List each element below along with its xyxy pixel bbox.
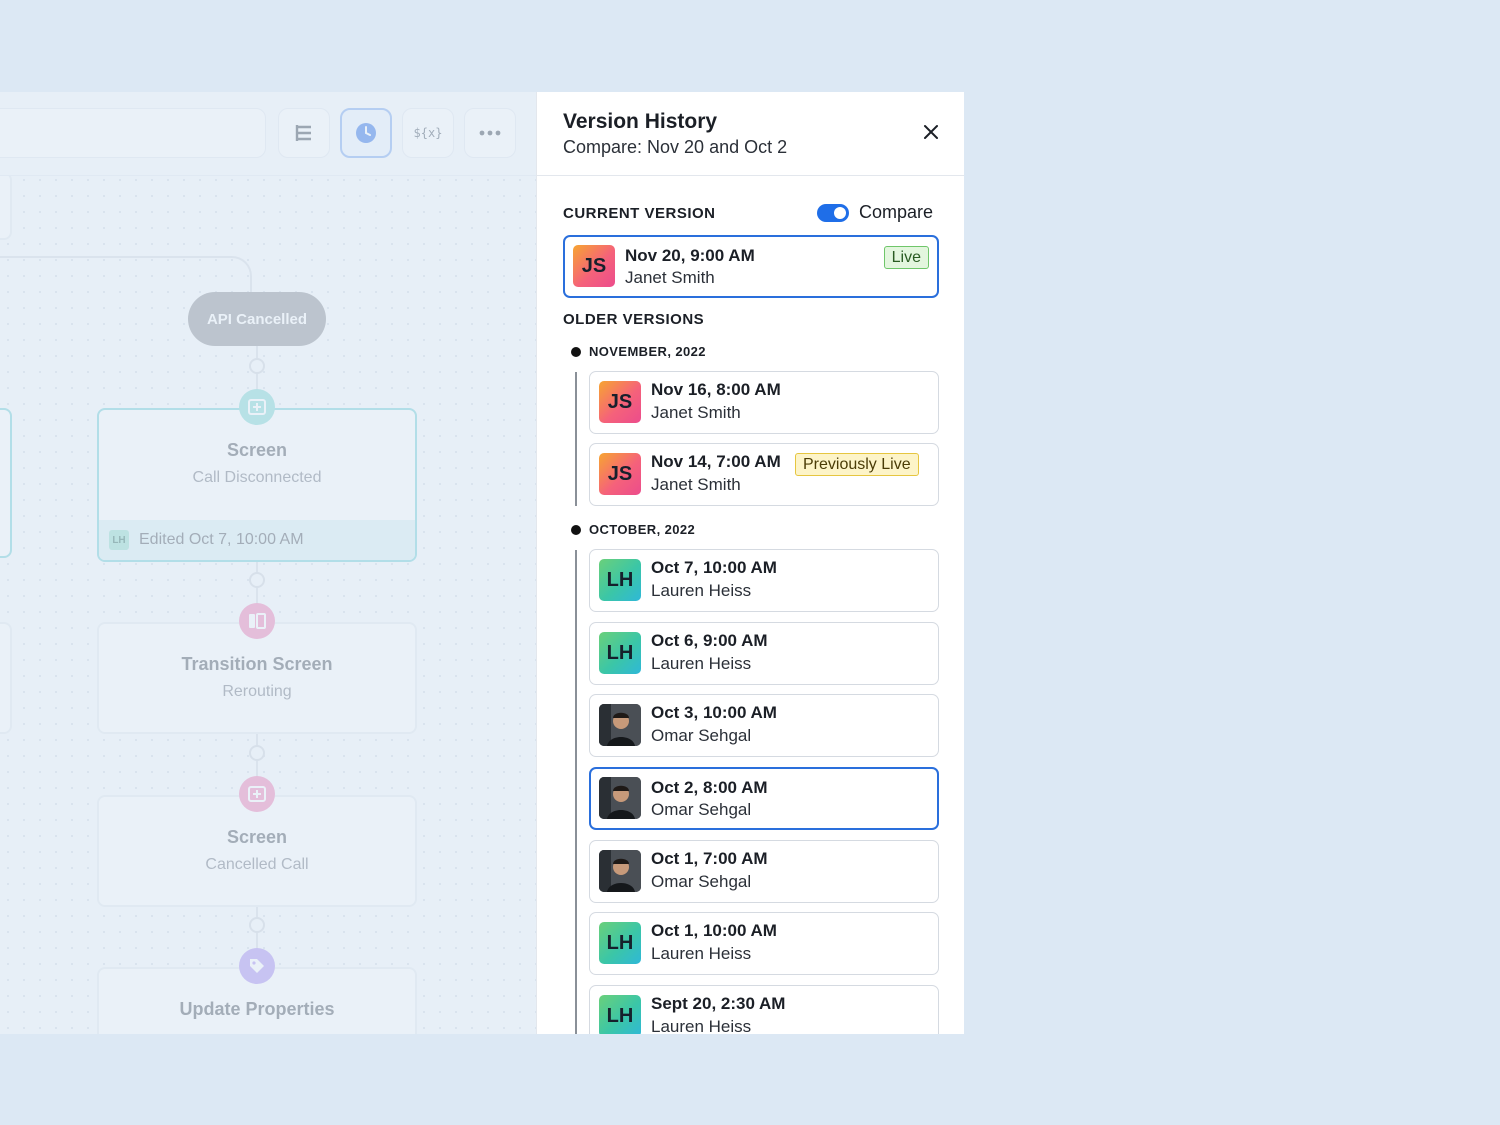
avatar: LH bbox=[599, 995, 641, 1034]
version-card[interactable]: LH Oct 6, 9:00 AM Lauren Heiss bbox=[589, 622, 939, 685]
canvas-search-input[interactable] bbox=[0, 108, 266, 158]
version-author: Lauren Heiss bbox=[651, 581, 752, 600]
canvas-toolbar: ${x} bbox=[0, 92, 536, 176]
version-author: Lauren Heiss bbox=[651, 654, 752, 673]
avatar: LH bbox=[599, 922, 641, 964]
partial-node[interactable] bbox=[0, 408, 12, 558]
node-subtitle: Cancelled Call bbox=[205, 856, 309, 873]
variables-button[interactable]: ${x} bbox=[402, 108, 454, 158]
node-subtitle: Call Disconnected bbox=[192, 469, 322, 486]
current-version-card[interactable]: JS Nov 20, 9:00 AM Janet Smith Live bbox=[563, 235, 939, 298]
app-window: API Cancelled Screen Call Disconnected L… bbox=[0, 92, 964, 1034]
version-date: Nov 16, 8:00 AM bbox=[651, 380, 781, 399]
close-icon bbox=[923, 124, 939, 145]
screen-icon bbox=[239, 776, 275, 812]
avatar-photo bbox=[599, 777, 641, 819]
avatar: JS bbox=[573, 245, 615, 287]
version-card[interactable]: LH Oct 1, 10:00 AM Lauren Heiss bbox=[589, 912, 939, 975]
version-date: Nov 14, 7:00 AM bbox=[651, 452, 781, 471]
timeline-line bbox=[575, 550, 577, 1034]
version-author: Omar Sehgal bbox=[651, 800, 752, 819]
panel-title: Version History bbox=[563, 110, 718, 133]
node-subtitle: Rerouting bbox=[222, 683, 292, 700]
version-author: Lauren Heiss bbox=[651, 944, 752, 963]
history-button[interactable] bbox=[340, 108, 392, 158]
close-button[interactable] bbox=[917, 120, 945, 148]
panel-header: Version History Compare: Nov 20 and Oct … bbox=[537, 92, 964, 176]
screen-icon bbox=[239, 389, 275, 425]
mini-avatar: LH bbox=[109, 530, 129, 550]
compare-label[interactable]: Compare bbox=[859, 202, 933, 223]
live-badge: Live bbox=[883, 246, 929, 269]
list-tree-icon bbox=[293, 123, 315, 143]
version-date: Sept 20, 2:30 AM bbox=[651, 994, 786, 1013]
avatar: JS bbox=[599, 453, 641, 495]
version-author: Janet Smith bbox=[625, 268, 715, 287]
outline-button[interactable] bbox=[278, 108, 330, 158]
version-date: Oct 3, 10:00 AM bbox=[651, 703, 777, 722]
clock-icon bbox=[355, 122, 377, 144]
version-card[interactable]: Oct 3, 10:00 AM Omar Sehgal bbox=[589, 694, 939, 757]
previously-live-badge: Previously Live bbox=[795, 453, 919, 476]
node-title: Transition Screen bbox=[181, 654, 333, 674]
avatar-photo bbox=[599, 704, 641, 746]
timeline-line bbox=[575, 372, 577, 506]
version-author: Lauren Heiss bbox=[651, 1017, 752, 1034]
api-cancelled-pill[interactable]: API Cancelled bbox=[188, 292, 326, 346]
version-card-selected[interactable]: Oct 2, 8:00 AM Omar Sehgal bbox=[589, 767, 939, 830]
version-card[interactable]: LH Oct 7, 10:00 AM Lauren Heiss bbox=[589, 549, 939, 612]
version-author: Janet Smith bbox=[651, 475, 741, 494]
compare-toggle[interactable] bbox=[817, 204, 849, 222]
current-version-label: CURRENT VERSION bbox=[563, 205, 716, 222]
older-versions-label: OLDER VERSIONS bbox=[563, 311, 705, 328]
transition-icon bbox=[239, 603, 275, 639]
version-card[interactable]: LH Sept 20, 2:30 AM Lauren Heiss bbox=[589, 985, 939, 1034]
partial-node[interactable] bbox=[0, 622, 12, 734]
panel-subtitle: Compare: Nov 20 and Oct 2 bbox=[563, 137, 788, 157]
edited-label: Edited Oct 7, 10:00 AM bbox=[139, 531, 304, 548]
version-date: Nov 20, 9:00 AM bbox=[625, 246, 755, 265]
version-date: Oct 7, 10:00 AM bbox=[651, 558, 777, 577]
avatar: LH bbox=[599, 632, 641, 674]
version-author: Omar Sehgal bbox=[651, 872, 752, 891]
version-date: Oct 1, 7:00 AM bbox=[651, 849, 768, 868]
version-card[interactable]: Oct 1, 7:00 AM Omar Sehgal bbox=[589, 840, 939, 903]
node-title: Screen bbox=[226, 440, 288, 460]
node-edit-footer: LH Edited Oct 7, 10:00 AM bbox=[99, 520, 415, 560]
version-card[interactable]: JS Nov 16, 8:00 AM Janet Smith bbox=[589, 371, 939, 434]
version-date: Oct 2, 8:00 AM bbox=[651, 778, 768, 797]
avatar-photo bbox=[599, 850, 641, 892]
variables-label: ${x} bbox=[413, 126, 443, 140]
tag-icon bbox=[239, 948, 275, 984]
node-title: Update Properties bbox=[179, 999, 335, 1019]
flow-canvas[interactable]: API Cancelled Screen Call Disconnected L… bbox=[0, 92, 536, 1034]
timeline-dot bbox=[571, 347, 581, 357]
timeline-dot bbox=[571, 525, 581, 535]
version-card[interactable]: JS Nov 14, 7:00 AM Janet Smith Previousl… bbox=[589, 443, 939, 506]
more-horizontal-icon bbox=[479, 130, 501, 136]
node-title: Screen bbox=[226, 827, 288, 847]
month-label: NOVEMBER, 2022 bbox=[589, 344, 706, 359]
partial-node[interactable] bbox=[0, 172, 12, 240]
avatar: JS bbox=[599, 381, 641, 423]
more-button[interactable] bbox=[464, 108, 516, 158]
avatar: LH bbox=[599, 559, 641, 601]
version-author: Janet Smith bbox=[651, 403, 741, 422]
node-screen-call-disconnected[interactable]: Screen Call Disconnected LH Edited Oct 7… bbox=[97, 408, 417, 562]
version-date: Oct 6, 9:00 AM bbox=[651, 631, 768, 650]
version-author: Omar Sehgal bbox=[651, 726, 752, 745]
version-history-panel: Version History Compare: Nov 20 and Oct … bbox=[536, 92, 964, 1034]
month-label: OCTOBER, 2022 bbox=[589, 522, 696, 537]
version-date: Oct 1, 10:00 AM bbox=[651, 921, 777, 940]
